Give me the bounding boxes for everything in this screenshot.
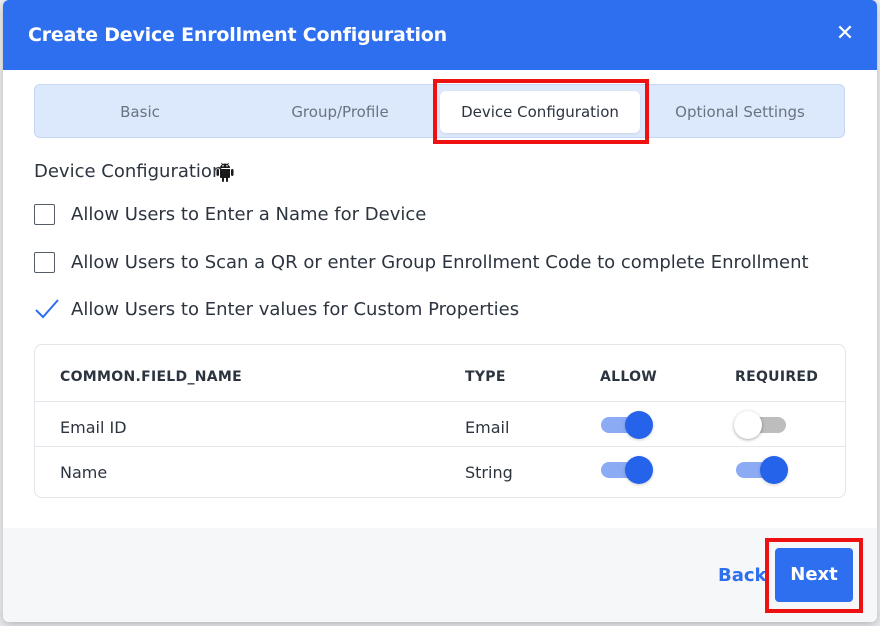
email-allow-toggle[interactable] [601, 411, 657, 439]
tab-optional-settings[interactable]: Optional Settings [640, 91, 840, 133]
header-allow: ALLOW [600, 369, 658, 385]
close-icon: ✕ [835, 21, 855, 46]
next-button[interactable]: Next [775, 548, 853, 602]
wizard-tabs: Basic Group/Profile Device Configuration… [34, 84, 845, 138]
option-name-device[interactable]: Allow Users to Enter a Name for Device [34, 201, 426, 227]
toggle-knob [734, 411, 762, 439]
row-divider [35, 401, 845, 402]
custom-properties-table: COMMON.FIELD_NAME TYPE ALLOW REQUIRED Em… [34, 344, 846, 498]
name-required-toggle[interactable] [736, 456, 792, 484]
toggle-knob [760, 456, 788, 484]
back-button[interactable]: Back [718, 565, 767, 586]
name-allow-toggle[interactable] [601, 456, 657, 484]
tab-basic[interactable]: Basic [40, 91, 240, 133]
row-divider [35, 446, 845, 447]
dialog-title: Create Device Enrollment Configuration [28, 24, 447, 46]
tab-group-profile[interactable]: Group/Profile [240, 91, 440, 133]
row-type: Email [465, 418, 510, 437]
toggle-knob [625, 411, 653, 439]
scan-qr-checkbox[interactable] [34, 251, 55, 273]
checkmark-icon[interactable] [34, 297, 60, 321]
option-label: Allow Users to Scan a QR or enter Group … [71, 251, 809, 273]
row-type: String [465, 463, 513, 482]
name-device-checkbox[interactable] [34, 203, 55, 225]
toggle-knob [625, 456, 653, 484]
enrollment-config-dialog: Create Device Enrollment Configuration ✕… [3, 0, 877, 622]
header-required: REQUIRED [735, 369, 819, 385]
option-custom-properties[interactable]: Allow Users to Enter values for Custom P… [34, 296, 519, 322]
option-label: Allow Users to Enter a Name for Device [71, 203, 427, 225]
option-scan-qr[interactable]: Allow Users to Scan a QR or enter Group … [34, 249, 809, 275]
header-field-name: COMMON.FIELD_NAME [60, 369, 243, 385]
close-button[interactable]: ✕ [829, 18, 861, 50]
section-title: Device Configuration [34, 161, 224, 182]
dialog-header: Create Device Enrollment Configuration ✕ [3, 0, 877, 70]
android-icon [216, 162, 234, 182]
option-label: Allow Users to Enter values for Custom P… [71, 298, 520, 320]
row-field-name: Email ID [60, 418, 127, 437]
email-required-toggle[interactable] [734, 411, 792, 439]
row-field-name: Name [60, 463, 108, 482]
header-type: TYPE [465, 369, 506, 385]
tab-device-configuration[interactable]: Device Configuration [440, 91, 640, 133]
